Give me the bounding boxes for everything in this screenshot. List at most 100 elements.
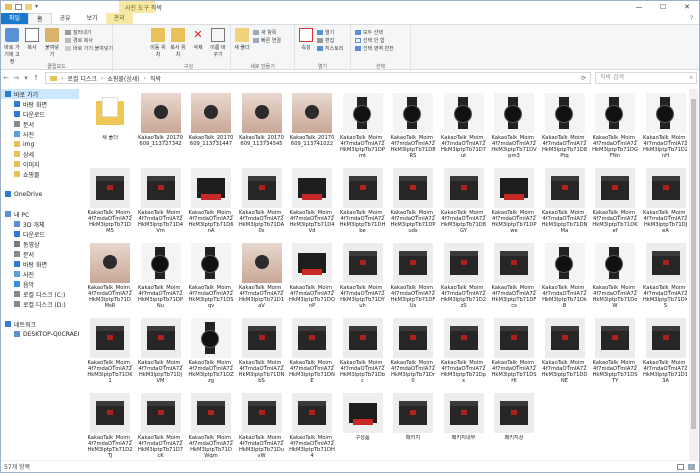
cut-button[interactable]: 잘라내기: [65, 29, 91, 36]
rename-button[interactable]: 이름 바꾸기: [209, 28, 227, 58]
file-item[interactable]: KakaoTalk_Moim_4f7mdaOTmIA72HkM3lptpTb71…: [188, 391, 234, 459]
file-item[interactable]: KakaoTalk_Moim_4f7mdaOTmIA72HkM3lptpTb71…: [441, 166, 487, 240]
move-to-button[interactable]: 이동 위치: [149, 28, 167, 58]
file-item[interactable]: KakaoTalk_Moim_4f7mdaOTmIA72HkM3lptpTb71…: [138, 316, 184, 390]
nav-item[interactable]: 이미지: [1, 159, 79, 169]
maximize-button[interactable]: ☐: [651, 1, 675, 13]
file-item[interactable]: KakaoTalk_Moim_4f7mdaOTmIA72HkM3lptpTb71…: [340, 241, 386, 315]
nav-item[interactable]: 다운로드: [1, 229, 79, 239]
file-item[interactable]: KakaoTalk_Moim_4f7mdaOTmIA72HkM3lptpTb71…: [138, 241, 184, 315]
file-item[interactable]: 패키지: [390, 391, 436, 459]
paste-button[interactable]: 붙여넣기: [43, 28, 61, 58]
file-item[interactable]: KakaoTalk_Moim_4f7mdaOTmIA72HkM3lptpTb71…: [390, 91, 436, 165]
file-item[interactable]: KakaoTalk_Moim_4f7mdaOTmIA72HkM3lptpTb71…: [138, 166, 184, 240]
folder-icon[interactable]: [5, 4, 12, 10]
file-item[interactable]: KakaoTalk_Moim_4f7mdaOTmIA72HkM3lptpTb71…: [87, 241, 133, 315]
nav-item[interactable]: 바탕 화면: [1, 259, 79, 269]
open-button[interactable]: 열기: [317, 29, 334, 36]
file-item[interactable]: KakaoTalk_Moim_4f7mdaOTmIA72HkM3lptpTb71…: [441, 241, 487, 315]
file-item[interactable]: KakaoTalk_Moim_4f7mdaOTmIA72HkM3lptpTb71…: [239, 391, 285, 459]
nav-item[interactable]: 상세: [1, 149, 79, 159]
scrollbar[interactable]: [689, 89, 698, 461]
file-item[interactable]: KakaoTalk_Moim_4f7mdaOTmIA72HkM3lptpTb71…: [643, 316, 687, 390]
pin-button[interactable]: 바로 가기에 고정: [3, 28, 21, 65]
new-folder-icon[interactable]: [25, 4, 32, 10]
nav-item[interactable]: img: [1, 139, 79, 149]
file-item[interactable]: KakaoTalk_Moim_4f7mdaOTmIA72HkM3lptpTb71…: [239, 241, 285, 315]
breadcrumb-item[interactable]: 직박: [150, 74, 161, 83]
file-item[interactable]: KakaoTalk_Moim_4f7mdaOTmIA72HkM3lptpTb71…: [289, 166, 335, 240]
file-item[interactable]: KakaoTalk_Moim_4f7mdaOTmIA72HkM3lptpTb71…: [542, 316, 588, 390]
nav-item[interactable]: 동영상: [1, 239, 79, 249]
nav-item[interactable]: 사진: [1, 129, 79, 139]
nav-item[interactable]: 문서: [1, 119, 79, 129]
file-item[interactable]: KakaoTalk_Moim_4f7mdaOTmIA72HkM3lptpTb71…: [239, 316, 285, 390]
file-item[interactable]: KakaoTalk_Moim_4f7mdaOTmIA72HkM3lptpTb71…: [390, 316, 436, 390]
file-item[interactable]: KakaoTalk_Moim_4f7mdaOTmIA72HkM3lptpTb71…: [188, 316, 234, 390]
file-item[interactable]: KakaoTalk_Moim_4f7mdaOTmIA72HkM3lptpTb71…: [542, 91, 588, 165]
file-item[interactable]: KakaoTalk_Moim_4f7mdaOTmIA72HkM3lptpTb71…: [643, 166, 687, 240]
invert-selection-button[interactable]: 선택 영역 반전: [355, 45, 394, 52]
nav-item[interactable]: 다운로드: [1, 109, 79, 119]
file-item[interactable]: 구성품: [340, 391, 386, 459]
history-button[interactable]: 히스토리: [317, 45, 343, 52]
address-bar[interactable]: › 로컬 디스크 › 쇼핑몰(상세) › 직박 ⟳: [45, 72, 591, 84]
file-item[interactable]: KakaoTalk_Moim_4f7mdaOTmIA72HkM3lptpTb71…: [390, 241, 436, 315]
search-input[interactable]: 직박 검색 ⌕: [595, 72, 697, 84]
select-all-button[interactable]: 모두 선택: [355, 29, 383, 36]
nav-item[interactable]: 사진: [1, 269, 79, 279]
close-button[interactable]: ✕: [675, 1, 699, 13]
file-item[interactable]: KakaoTalk_Moim_4f7mdaOTmIA72HkM3lptpTb71…: [138, 391, 184, 459]
up-button[interactable]: ↑: [31, 74, 41, 82]
tab-share[interactable]: 공유: [52, 13, 79, 24]
new-folder-button[interactable]: 새 폴더: [233, 28, 251, 51]
help-icon[interactable]: ?: [690, 15, 693, 22]
nav-item[interactable]: 로컬 디스크 (D:): [1, 299, 79, 309]
edit-button[interactable]: 편집: [317, 37, 334, 44]
file-item[interactable]: KakaoTalk_Moim_4f7mdaOTmIA72HkM3lptpTb71…: [592, 166, 638, 240]
file-item[interactable]: KakaoTalk_Moim_4f7mdaOTmIA72HkM3lptpTb71…: [87, 391, 133, 459]
file-item[interactable]: KakaoTalk_Moim_4f7mdaOTmIA72HkM3lptpTb71…: [239, 166, 285, 240]
dropdown-icon[interactable]: ▾: [35, 4, 42, 10]
delete-button[interactable]: ✕ 삭제: [189, 28, 207, 51]
select-none-button[interactable]: 선택 안 함: [355, 37, 385, 44]
details-view-icon[interactable]: [677, 463, 684, 470]
file-item[interactable]: KakaoTalk_Moim_4f7mdaOTmIA72HkM3lptpTb71…: [643, 241, 687, 315]
breadcrumb-item[interactable]: 쇼핑몰(상세): [107, 74, 139, 83]
file-item[interactable]: KakaoTalk_Moim_4f7mdaOTmIA72HkM3lptpTb71…: [491, 316, 537, 390]
properties-button[interactable]: 속성: [297, 28, 315, 51]
copy-to-button[interactable]: 복사 위치: [169, 28, 187, 58]
nav-item[interactable]: DESKTOP-Q0CRAEI: [1, 329, 79, 339]
file-item[interactable]: KakaoTalk_20170609_113741022: [289, 91, 335, 165]
file-item[interactable]: KakaoTalk_Moim_4f7mdaOTmIA72HkM3lptpTb71…: [441, 316, 487, 390]
nav-item[interactable]: 바로 가기: [1, 89, 79, 99]
folder-item[interactable]: 새 폴더: [87, 91, 133, 165]
tab-file[interactable]: 파일: [1, 13, 29, 24]
file-item[interactable]: KakaoTalk_20170609_113734545: [239, 91, 285, 165]
file-item[interactable]: KakaoTalk_Moim_4f7mdaOTmIA72HkM3lptpTb71…: [592, 241, 638, 315]
file-item[interactable]: KakaoTalk_Moim_4f7mdaOTmIA72HkM3lptpTb71…: [87, 316, 133, 390]
nav-item[interactable]: 음악: [1, 279, 79, 289]
nav-item[interactable]: OneDrive: [1, 189, 79, 199]
file-item[interactable]: KakaoTalk_Moim_4f7mdaOTmIA72HkM3lptpTb71…: [87, 166, 133, 240]
scrollbar-thumb[interactable]: [691, 99, 696, 429]
refresh-icon[interactable]: ⟳: [581, 75, 586, 82]
large-icons-view-icon[interactable]: [688, 463, 695, 470]
file-item[interactable]: KakaoTalk_Moim_4f7mdaOTmIA72HkM3lptpTb71…: [592, 91, 638, 165]
file-item[interactable]: KakaoTalk_Moim_4f7mdaOTmIA72HkM3lptpTb71…: [188, 241, 234, 315]
file-item[interactable]: KakaoTalk_Moim_4f7mdaOTmIA72HkM3lptpTb71…: [289, 391, 335, 459]
nav-item[interactable]: 문서: [1, 249, 79, 259]
file-item[interactable]: 패키지상: [491, 391, 537, 459]
file-item[interactable]: KakaoTalk_Moim_4f7mdaOTmIA72HkM3lptpTb71…: [188, 166, 234, 240]
tab-home[interactable]: 홈: [28, 13, 52, 24]
minimize-button[interactable]: —: [627, 1, 651, 13]
tab-manage[interactable]: 관리: [105, 13, 133, 24]
file-item[interactable]: KakaoTalk_Moim_4f7mdaOTmIA72HkM3lptpTb71…: [643, 91, 687, 165]
copy-button[interactable]: 복사: [23, 28, 41, 51]
nav-item[interactable]: 로컬 디스크 (C:): [1, 289, 79, 299]
file-item[interactable]: KakaoTalk_Moim_4f7mdaOTmIA72HkM3lptpTb71…: [491, 241, 537, 315]
file-item[interactable]: KakaoTalk_Moim_4f7mdaOTmIA72HkM3lptpTb71…: [441, 91, 487, 165]
file-item[interactable]: KakaoTalk_Moim_4f7mdaOTmIA72HkM3lptpTb71…: [340, 91, 386, 165]
nav-item[interactable]: 바탕 화면: [1, 99, 79, 109]
check-icon[interactable]: [15, 4, 22, 10]
